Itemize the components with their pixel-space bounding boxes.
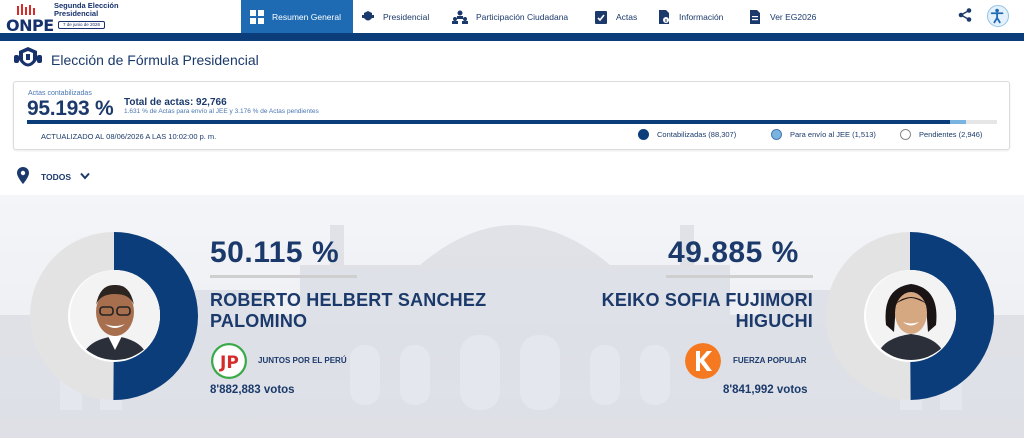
name-line: ROBERTO HELBERT SANCHEZ xyxy=(210,290,487,310)
candidate-2-photo xyxy=(866,270,956,360)
nav-label: Resumen General xyxy=(272,11,341,22)
accessibility-button[interactable] xyxy=(987,5,1009,27)
document-info-icon xyxy=(659,9,669,24)
nav-underline-bar xyxy=(0,33,1024,41)
onpe-logo[interactable]: ONPE xyxy=(3,2,54,35)
svg-text:JP: JP xyxy=(219,353,239,373)
name-line: PALOMINO xyxy=(210,311,308,331)
candidate-2-percent: 49.885 % xyxy=(668,236,799,269)
acts-counted-label: Actas contabilizadas xyxy=(28,90,92,97)
legend-dot xyxy=(771,129,782,140)
progress-counted-fill xyxy=(27,120,951,124)
candidate-2-party: FUERZA POPULAR xyxy=(733,356,807,365)
nav-label: Información xyxy=(679,11,724,22)
election-title: Segunda Elección Presidencial xyxy=(54,2,124,18)
election-date-badge: 7 de junio de 2026 xyxy=(58,21,106,29)
last-updated: ACTUALIZADO AL 08/06/2026 A LAS 10:02:00… xyxy=(41,132,217,141)
top-navigation-bar: ONPE Segunda Elección Presidencial 7 de … xyxy=(0,0,1024,35)
people-icon xyxy=(452,10,468,24)
onpe-logo-mark-icon xyxy=(17,4,35,15)
nav-participacion-ciudadana[interactable]: Participación Ciudadana xyxy=(452,0,568,33)
peru-coat-of-arms-icon xyxy=(14,47,42,67)
legend-dot xyxy=(638,129,649,140)
legend-counted: Contabilizadas (88,307) xyxy=(638,129,736,140)
acts-subtext: 1.631 % de Actas para envío al JEE y 3.1… xyxy=(124,108,319,115)
region-filter-dropdown[interactable]: TODOS xyxy=(41,172,71,182)
nav-resumen-general[interactable]: Resumen General xyxy=(241,0,353,33)
nav-presidencial[interactable]: Presidencial xyxy=(361,0,429,33)
nav-label: Actas xyxy=(616,11,638,22)
chevron-down-icon[interactable] xyxy=(80,172,90,180)
candidate-2-votes: 8'841,992 votos xyxy=(723,384,808,396)
fuerza-popular-logo-icon xyxy=(685,343,721,379)
progress-jee-fill xyxy=(950,120,967,124)
seal-icon xyxy=(362,10,374,20)
document-icon xyxy=(750,9,760,24)
candidate-1-percent: 50.115 % xyxy=(210,236,340,269)
candidate-1-photo xyxy=(70,270,160,360)
acts-summary-card: Actas contabilizadas 95.193 % Total de a… xyxy=(13,81,1010,150)
candidate-1-party: JUNTOS POR EL PERÚ xyxy=(258,356,347,365)
legend-jee: Para envío al JEE (1,513) xyxy=(771,129,876,140)
nav-informacion[interactable]: Información xyxy=(657,0,723,33)
nav-label: Participación Ciudadana xyxy=(476,11,569,22)
acts-progress-bar xyxy=(27,120,997,124)
accessibility-icon xyxy=(990,8,1004,24)
divider xyxy=(210,275,357,278)
page-title: Elección de Fórmula Presidencial xyxy=(51,52,259,68)
name-line: KEIKO SOFIA FUJIMORI xyxy=(601,290,813,310)
name-line: HIGUCHI xyxy=(735,311,813,331)
nav-ver-eg2026[interactable]: Ver EG2026 xyxy=(748,0,816,33)
grid-icon xyxy=(250,9,264,24)
legend-label: Pendientes (2,946) xyxy=(919,130,983,139)
divider xyxy=(666,275,813,278)
nav-label: Presidencial xyxy=(383,11,430,22)
legend-label: Contabilizadas (88,307) xyxy=(657,130,737,139)
legend-dot xyxy=(900,129,911,140)
clipboard-check-icon xyxy=(595,10,607,24)
nav-label: Ver EG2026 xyxy=(770,11,817,22)
legend-label: Para envío al JEE (1,513) xyxy=(790,130,876,139)
juntos-por-el-peru-logo-icon: JP xyxy=(211,343,247,379)
legend-pending: Pendientes (2,946) xyxy=(900,129,982,140)
share-icon[interactable] xyxy=(958,8,972,22)
election-title-line2: Presidencial xyxy=(54,9,99,18)
acts-total: Total de actas: 92,766 xyxy=(124,97,227,108)
nav-actas[interactable]: Actas xyxy=(594,0,637,33)
acts-counted-percent: 95.193 % xyxy=(27,97,114,120)
candidate-2-name: KEIKO SOFIA FUJIMORI HIGUCHI xyxy=(520,290,813,332)
candidate-1-votes: 8'882,883 votos xyxy=(210,384,295,396)
location-pin-icon xyxy=(17,167,29,184)
candidate-1-name: ROBERTO HELBERT SANCHEZ PALOMINO xyxy=(210,290,530,332)
candidate-1-portrait-icon xyxy=(70,270,160,360)
candidate-2-portrait-icon xyxy=(866,270,956,360)
